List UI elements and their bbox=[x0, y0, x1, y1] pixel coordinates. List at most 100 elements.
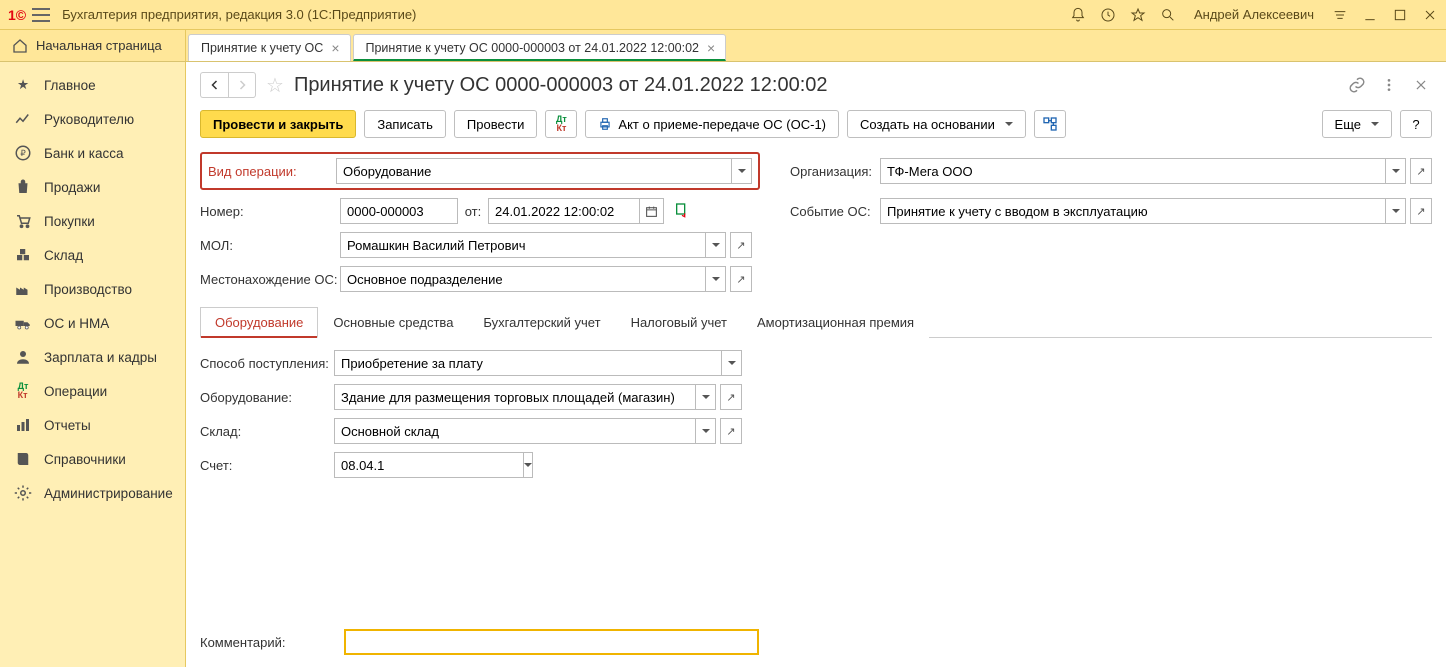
sidebar-item-label: Администрирование bbox=[44, 486, 173, 501]
location-input[interactable] bbox=[340, 266, 706, 292]
nav-forward-button[interactable] bbox=[228, 72, 256, 98]
subtab-equipment[interactable]: Оборудование bbox=[200, 307, 318, 338]
sidebar-item-production[interactable]: Производство bbox=[0, 272, 185, 306]
post-and-close-button[interactable]: Провести и закрыть bbox=[200, 110, 356, 138]
username[interactable]: Андрей Алексеевич bbox=[1190, 7, 1318, 22]
mol-row: МОЛ: ↗ bbox=[200, 232, 760, 258]
sidebar-item-label: Зарплата и кадры bbox=[44, 350, 157, 365]
chart-icon bbox=[14, 110, 32, 128]
calendar-icon[interactable] bbox=[640, 198, 664, 224]
dropdown-icon[interactable] bbox=[1386, 158, 1406, 184]
minimize-icon[interactable] bbox=[1362, 7, 1378, 23]
event-input[interactable] bbox=[880, 198, 1386, 224]
open-ref-icon[interactable]: ↗ bbox=[720, 384, 742, 410]
sidebar-item-label: Склад bbox=[44, 248, 83, 263]
sidebar-item-bank[interactable]: ₽Банк и касса bbox=[0, 136, 185, 170]
footer-row: Комментарий: bbox=[200, 621, 1432, 655]
open-ref-icon[interactable]: ↗ bbox=[730, 232, 752, 258]
tabstrip: Начальная страница Принятие к учету ОС ×… bbox=[0, 30, 1446, 62]
subtabs: Оборудование Основные средства Бухгалтер… bbox=[200, 306, 1432, 338]
event-label: Событие ОС: bbox=[790, 204, 880, 219]
structure-button[interactable] bbox=[1034, 110, 1066, 138]
write-button[interactable]: Записать bbox=[364, 110, 446, 138]
dropdown-icon[interactable] bbox=[696, 384, 716, 410]
equip-row: Оборудование: ↗ bbox=[200, 384, 1432, 410]
subtab-tax[interactable]: Налоговый учет bbox=[616, 307, 742, 338]
sidebar-item-reports[interactable]: Отчеты bbox=[0, 408, 185, 442]
open-ref-icon[interactable]: ↗ bbox=[1410, 198, 1432, 224]
link-icon[interactable] bbox=[1346, 74, 1368, 96]
star-icon: ★ bbox=[14, 76, 32, 94]
sidebar-item-admin[interactable]: Администрирование bbox=[0, 476, 185, 510]
close-icon[interactable] bbox=[1410, 74, 1432, 96]
acct-input[interactable] bbox=[334, 452, 524, 478]
open-ref-icon[interactable]: ↗ bbox=[720, 418, 742, 444]
sidebar-item-operations[interactable]: ДтКтОперации bbox=[0, 374, 185, 408]
search-icon[interactable] bbox=[1160, 7, 1176, 23]
dropdown-icon[interactable] bbox=[732, 158, 752, 184]
number-input[interactable] bbox=[340, 198, 458, 224]
close-icon[interactable]: × bbox=[331, 41, 339, 55]
subtab-fixed-assets[interactable]: Основные средства bbox=[318, 307, 468, 338]
dtkt-button[interactable]: ДтКт bbox=[545, 110, 577, 138]
op-type-row: Вид операции: bbox=[200, 152, 760, 190]
sidebar-item-main[interactable]: ★Главное bbox=[0, 68, 185, 102]
dropdown-icon[interactable] bbox=[722, 350, 742, 376]
nav-back-button[interactable] bbox=[200, 72, 228, 98]
sidebar-item-refs[interactable]: Справочники bbox=[0, 442, 185, 476]
tab-body: Способ поступления: Оборудование: ↗ Скла… bbox=[200, 350, 1432, 621]
open-ref-icon[interactable]: ↗ bbox=[1410, 158, 1432, 184]
post-button[interactable]: Провести bbox=[454, 110, 538, 138]
dropdown-icon[interactable] bbox=[524, 452, 533, 478]
kebab-icon[interactable] bbox=[1378, 74, 1400, 96]
wh-row: Склад: ↗ bbox=[200, 418, 1432, 444]
boxes-icon bbox=[14, 246, 32, 264]
mol-input[interactable] bbox=[340, 232, 706, 258]
org-input[interactable] bbox=[880, 158, 1386, 184]
bars-icon bbox=[14, 416, 32, 434]
cart-icon bbox=[14, 212, 32, 230]
settings-icon[interactable] bbox=[1332, 7, 1348, 23]
dropdown-icon[interactable] bbox=[706, 266, 726, 292]
sidebar-item-label: Руководителю bbox=[44, 112, 134, 127]
sidebar-item-purchases[interactable]: Покупки bbox=[0, 204, 185, 238]
doc-tab-label: Принятие к учету ОС 0000-000003 от 24.01… bbox=[366, 41, 700, 55]
sidebar-item-manager[interactable]: Руководителю bbox=[0, 102, 185, 136]
dropdown-icon[interactable] bbox=[1386, 198, 1406, 224]
date-input[interactable] bbox=[488, 198, 640, 224]
doc-tab-current[interactable]: Принятие к учету ОС 0000-000003 от 24.01… bbox=[353, 34, 727, 61]
equip-input[interactable] bbox=[334, 384, 696, 410]
sidebar-item-hr[interactable]: Зарплата и кадры bbox=[0, 340, 185, 374]
op-type-label: Вид операции: bbox=[208, 164, 336, 179]
comment-input[interactable] bbox=[344, 629, 759, 655]
bell-icon[interactable] bbox=[1070, 7, 1086, 23]
create-based-button[interactable]: Создать на основании bbox=[847, 110, 1026, 138]
mol-label: МОЛ: bbox=[200, 238, 340, 253]
wh-input[interactable] bbox=[334, 418, 696, 444]
op-type-input[interactable] bbox=[336, 158, 732, 184]
close-window-icon[interactable] bbox=[1422, 7, 1438, 23]
sidebar: ★Главное Руководителю ₽Банк и касса Прод… bbox=[0, 62, 186, 667]
help-button[interactable]: ? bbox=[1400, 110, 1432, 138]
menu-icon[interactable] bbox=[32, 8, 50, 22]
maximize-icon[interactable] bbox=[1392, 7, 1408, 23]
sidebar-item-warehouse[interactable]: Склад bbox=[0, 238, 185, 272]
method-input[interactable] bbox=[334, 350, 722, 376]
close-icon[interactable]: × bbox=[707, 41, 715, 55]
star-icon[interactable] bbox=[1130, 7, 1146, 23]
home-tab[interactable]: Начальная страница bbox=[0, 30, 186, 61]
sidebar-item-sales[interactable]: Продажи bbox=[0, 170, 185, 204]
subtab-accounting[interactable]: Бухгалтерский учет bbox=[468, 307, 615, 338]
doc-tab-list[interactable]: Принятие к учету ОС × bbox=[188, 34, 351, 61]
subtab-depreciation[interactable]: Амортизационная премия bbox=[742, 307, 929, 338]
more-button[interactable]: Еще bbox=[1322, 110, 1392, 138]
print-act-button[interactable]: Акт о приеме-передаче ОС (ОС-1) bbox=[585, 110, 839, 138]
sidebar-item-assets[interactable]: ОС и НМА bbox=[0, 306, 185, 340]
dropdown-icon[interactable] bbox=[696, 418, 716, 444]
doc-flow-icon[interactable] bbox=[674, 202, 690, 221]
open-ref-icon[interactable]: ↗ bbox=[730, 266, 752, 292]
favorite-star-icon[interactable]: ☆ bbox=[266, 73, 284, 98]
history-icon[interactable] bbox=[1100, 7, 1116, 23]
location-label: Местонахождение ОС: bbox=[200, 272, 340, 287]
dropdown-icon[interactable] bbox=[706, 232, 726, 258]
